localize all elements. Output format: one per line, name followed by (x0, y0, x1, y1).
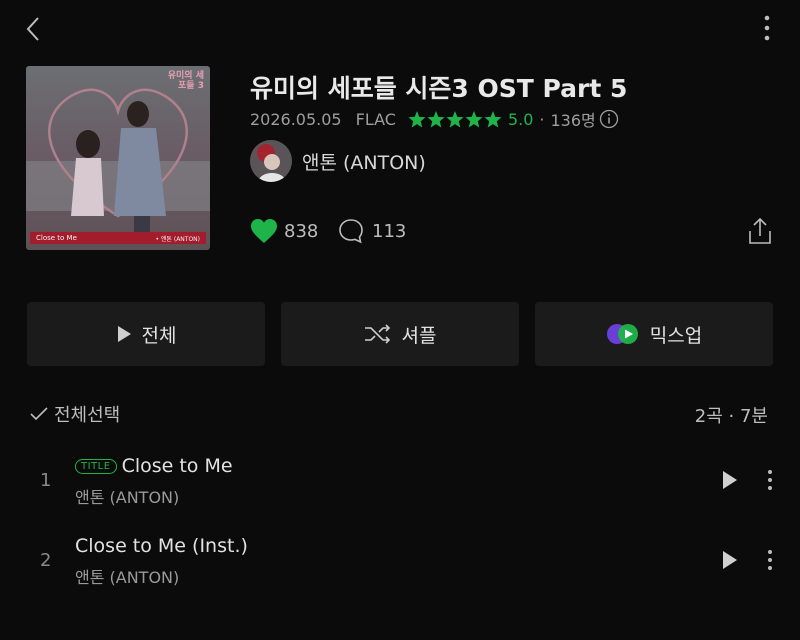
info-button[interactable] (599, 109, 619, 129)
share-button[interactable] (744, 216, 776, 246)
like-button[interactable]: 838 (250, 218, 318, 244)
play-icon (117, 326, 131, 342)
star-icon (465, 110, 483, 128)
mixup-button[interactable]: 믹스업 (535, 302, 773, 366)
shuffle-icon (364, 324, 390, 344)
mixup-label: 믹스업 (649, 324, 703, 347)
album-cover[interactable]: 유미의 세포들 3 Close to Me • 앤톤 (ANTON) (26, 66, 210, 250)
select-all-toggle[interactable]: 전체선택 (30, 401, 120, 427)
cover-art-image (26, 88, 210, 236)
track-artist: 앤톤 (ANTON) (75, 568, 180, 587)
track-number: 1 (40, 470, 52, 491)
info-icon (599, 109, 618, 129)
track-play-button[interactable] (716, 546, 744, 574)
release-date: 2026.05.05 (250, 109, 342, 129)
shuffle-button[interactable]: 셔플 (281, 302, 519, 366)
star-icon (408, 110, 426, 128)
cover-caption-artist: • 앤톤 (ANTON) (155, 235, 200, 243)
audio-format: FLAC (355, 109, 396, 129)
track-summary: 2곡 · 7분 (694, 406, 768, 427)
rating-count: 136명 (550, 111, 596, 130)
cover-logo: 유미의 세포들 3 (167, 71, 204, 91)
more-vertical-icon (768, 470, 772, 490)
title-badge: TITLE (75, 459, 117, 474)
play-icon (723, 551, 737, 569)
like-count: 838 (284, 220, 319, 242)
track-row[interactable]: 1 TITLE Close to Me 앤톤 (ANTON) (0, 446, 800, 516)
check-icon (30, 407, 48, 421)
play-all-button[interactable]: 전체 (27, 302, 265, 366)
cover-caption-title: Close to Me (36, 234, 77, 242)
select-all-label: 전체선택 (54, 405, 121, 426)
comment-button[interactable]: 113 (338, 218, 406, 244)
more-vertical-icon (764, 15, 770, 41)
play-icon (723, 471, 737, 489)
track-row[interactable]: 2 Close to Me (Inst.) 앤톤 (ANTON) (0, 526, 800, 596)
track-title: Close to Me (121, 455, 233, 477)
star-icon (427, 110, 445, 128)
heart-icon (251, 219, 277, 243)
rating-stars (408, 110, 502, 128)
more-vertical-icon (768, 550, 772, 570)
album-title: 유미의 세포들 시즌3 OST Part 5 (250, 74, 628, 103)
comment-icon (339, 219, 363, 244)
share-icon (749, 217, 771, 244)
back-button[interactable] (18, 14, 48, 44)
chevron-left-icon (26, 17, 39, 41)
more-options-button[interactable] (752, 12, 782, 44)
rating-score: 5.0 (507, 109, 534, 129)
artist-avatar-image (250, 140, 292, 182)
artist-name: 앤톤 (ANTON) (302, 151, 426, 174)
track-more-button[interactable] (758, 544, 782, 576)
artist-link[interactable]: 앤톤 (ANTON) (250, 140, 426, 182)
star-icon (484, 110, 502, 128)
shuffle-label: 셔플 (401, 324, 437, 347)
album-meta: 2026.05.05 FLAC 5.0 · 136명 (250, 107, 619, 131)
cover-caption-bar: Close to Me • 앤톤 (ANTON) (30, 232, 206, 244)
track-title: Close to Me (Inst.) (75, 535, 248, 557)
comment-count: 113 (372, 220, 407, 242)
track-artist: 앤톤 (ANTON) (75, 488, 180, 507)
track-play-button[interactable] (716, 466, 744, 494)
track-title-line: TITLE Close to Me (75, 455, 233, 477)
play-all-label: 전체 (141, 324, 177, 347)
track-more-button[interactable] (758, 464, 782, 496)
artist-avatar (250, 140, 292, 182)
star-icon (446, 110, 464, 128)
mixup-icon (606, 324, 638, 344)
track-number: 2 (40, 550, 52, 571)
